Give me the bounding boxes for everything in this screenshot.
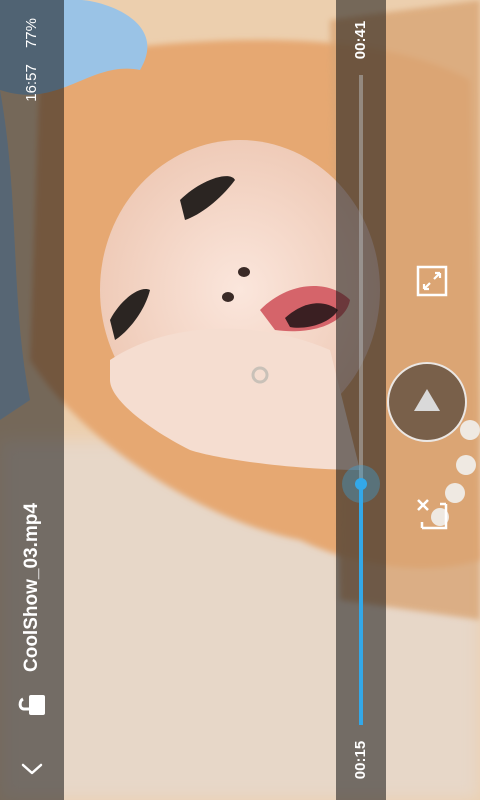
- video-player-screen: CoolShow_03.mp4 16:57 77% 00:15 00:41: [0, 0, 480, 800]
- seek-progress-fill: [359, 484, 363, 725]
- seek-bar[interactable]: [342, 75, 380, 725]
- top-bar: CoolShow_03.mp4 16:57 77%: [0, 0, 64, 800]
- lock-button[interactable]: [0, 672, 64, 736]
- bottom-bar: 00:15 00:41: [336, 0, 480, 800]
- video-title: CoolShow_03.mp4: [21, 503, 42, 672]
- unlock-icon: [18, 695, 45, 715]
- fullscreen-button[interactable]: [408, 257, 456, 305]
- status-readout: 16:57 77%: [0, 18, 64, 114]
- chevron-down-icon: [21, 763, 43, 775]
- crop-icon: [417, 499, 448, 530]
- fullscreen-icon: [416, 265, 448, 297]
- total-time: 00:41: [352, 20, 369, 60]
- battery-level: 77%: [23, 18, 40, 49]
- back-button[interactable]: [0, 736, 64, 800]
- clock-time: 16:57: [23, 64, 40, 102]
- player-overlay: CoolShow_03.mp4 16:57 77% 00:15 00:41: [0, 0, 480, 800]
- playback-controls: [386, 0, 480, 800]
- seek-thumb[interactable]: [342, 465, 380, 504]
- play-button[interactable]: [387, 362, 467, 442]
- progress-strip: 00:15 00:41: [336, 0, 386, 800]
- crop-button[interactable]: [408, 490, 456, 538]
- play-icon: [414, 389, 440, 411]
- current-time: 00:15: [352, 740, 369, 780]
